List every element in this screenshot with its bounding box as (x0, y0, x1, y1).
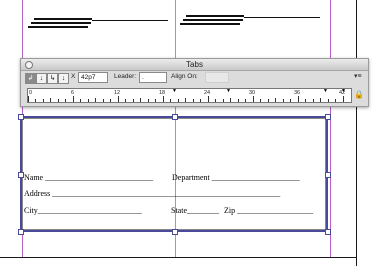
ruler-label: 30 (249, 90, 256, 96)
align-on-field (205, 72, 229, 83)
frame-handle[interactable] (325, 229, 331, 235)
tab-ruler[interactable]: 0 6 12 18 24 30 36 42 ▼ ▼ ▼ ▼ (27, 88, 352, 103)
page-edge-right (356, 0, 357, 266)
position-panel-above-frame-icon[interactable]: 🔒 (354, 90, 364, 99)
heading-rule (31, 22, 91, 24)
ruler-label: 6 (71, 90, 75, 96)
leader-field[interactable]: . (139, 72, 167, 83)
frame-handle[interactable] (325, 172, 331, 178)
panel-menu-icon[interactable]: ▾≡ (354, 72, 362, 80)
ruler-label: 18 (159, 90, 166, 96)
right-margin-guide (330, 0, 331, 58)
heading-rule-thin (92, 20, 168, 21)
name-line: Name ___________________________ (24, 173, 154, 182)
heading-rule (186, 15, 244, 17)
frame-handle[interactable] (325, 114, 331, 120)
city-line: City__________________________ (24, 206, 142, 215)
heading-rule (34, 18, 92, 20)
x-position-field[interactable]: 42p7 (78, 72, 108, 83)
left-margin-guide (22, 0, 23, 58)
right-tab-button[interactable]: ↳ (47, 73, 58, 84)
frame-handle[interactable] (18, 114, 24, 120)
align-on-label: Align On: (171, 73, 198, 80)
heading-rule (180, 23, 240, 25)
department-line: Department ______________________ (172, 173, 300, 182)
tab-stop-marker[interactable]: ▼ (226, 88, 231, 94)
tabs-panel: Tabs ↲ ↓ ↳ ↓ X 42p7 Leader: . Align On: … (20, 58, 369, 107)
frame-handle[interactable] (172, 114, 178, 120)
heading-rule (28, 26, 88, 28)
tab-stop-marker[interactable]: ▼ (172, 88, 177, 94)
panel-title: Tabs (186, 60, 203, 69)
column-guide-top (175, 0, 176, 58)
leader-label: Leader: (114, 73, 137, 80)
decimal-tab-button[interactable]: ↓ (58, 73, 69, 84)
frame-handle[interactable] (172, 229, 178, 235)
right-tab-stop-marker[interactable]: ▼ (341, 88, 346, 94)
panel-title-bar[interactable]: Tabs (21, 59, 368, 71)
zip-line: Zip ___________________ (224, 206, 314, 215)
tab-stop-marker[interactable]: ▼ (323, 88, 328, 94)
heading-rule (183, 19, 243, 21)
ruler-label: 12 (114, 90, 121, 96)
ruler-label: 0 (29, 90, 33, 96)
heading-rule-thin (244, 17, 320, 18)
center-tab-button[interactable]: ↓ (36, 73, 47, 84)
left-tab-button[interactable]: ↲ (25, 73, 36, 84)
frame-handle[interactable] (18, 229, 24, 235)
state-line: State________ (171, 206, 219, 215)
address-line: Address ________________________________… (24, 189, 281, 198)
ruler-label: 36 (294, 90, 301, 96)
ruler-label: 24 (204, 90, 211, 96)
page-edge-bottom (0, 257, 357, 258)
x-position-label: X (71, 73, 76, 80)
